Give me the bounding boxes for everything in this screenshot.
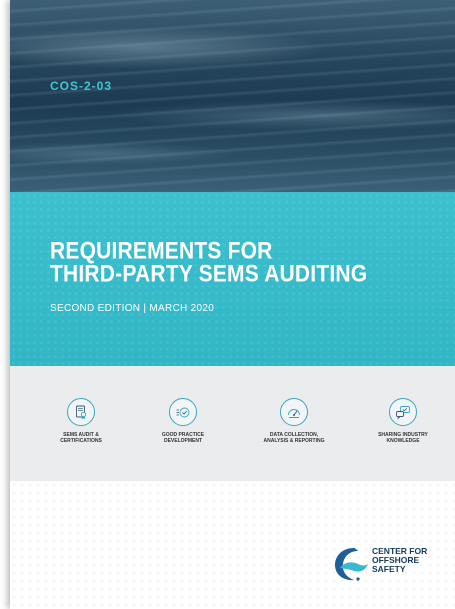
pillar-sharing-knowledge: SHARING INDUSTRY KNOWLEDGE	[358, 398, 448, 444]
title-line-1: REQUIREMENTS FOR	[50, 237, 273, 265]
pillar-label: GOOD PRACTICE DEVELOPMENT	[161, 432, 205, 444]
logo-wordmark: CENTER FOR OFFSHORE SAFETY	[372, 546, 428, 574]
pillar-good-practice: GOOD PRACTICE DEVELOPMENT	[138, 398, 228, 444]
cos-logo: CENTER FOR OFFSHORE SAFETY	[332, 544, 452, 586]
pillar-sems-audit: SEMS AUDIT & CERTIFICATIONS	[36, 398, 126, 444]
pillar-data-collection: DATA COLLECTION, ANALYSIS & REPORTING	[249, 398, 339, 444]
wave-logo-icon	[335, 548, 368, 581]
gauge-icon	[280, 398, 308, 426]
pillar-label: SEMS AUDIT & CERTIFICATIONS	[60, 432, 102, 444]
document-code: COS-2-03	[50, 79, 113, 93]
document-title: REQUIREMENTS FOR THIRD-PARTY SEMS AUDITI…	[50, 237, 368, 288]
chat-bubbles-icon	[389, 398, 417, 426]
cover-page: COS-2-03 REQUIREMENTS FOR THIRD-PARTY SE…	[10, 0, 455, 609]
edition-date: SECOND EDITION | MARCH 2020	[50, 303, 215, 314]
pillar-label: DATA COLLECTION, ANALYSIS & REPORTING	[263, 432, 325, 444]
document-page: COS-2-03 REQUIREMENTS FOR THIRD-PARTY SE…	[0, 0, 455, 609]
title-line-2: THIRD-PARTY SEMS AUDITING	[50, 260, 368, 288]
certificate-icon	[67, 398, 95, 426]
check-list-icon	[169, 398, 197, 426]
pillar-label: SHARING INDUSTRY KNOWLEDGE	[378, 432, 428, 444]
ocean-wave-texture	[10, 0, 455, 192]
